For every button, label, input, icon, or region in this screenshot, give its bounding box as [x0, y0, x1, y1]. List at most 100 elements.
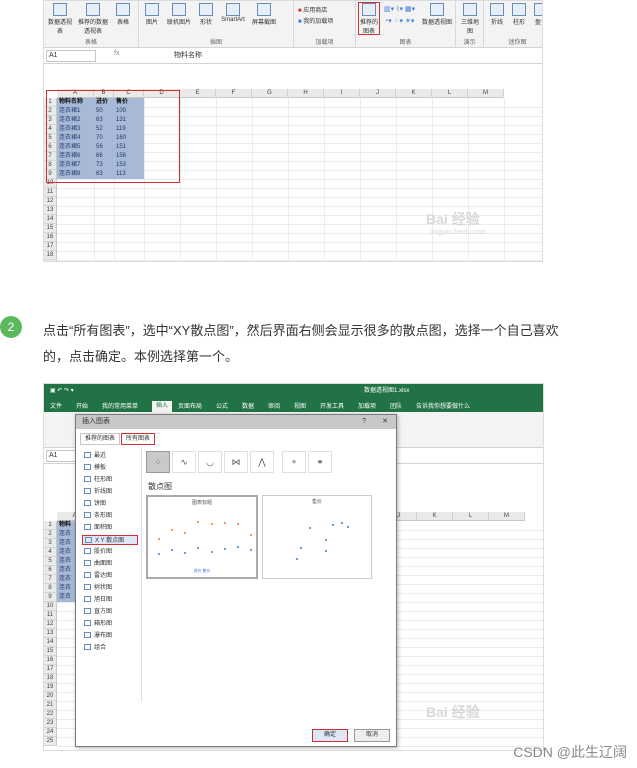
ribbon-tab[interactable]: 文件 [50, 401, 62, 410]
row-header[interactable]: 10 [44, 602, 57, 611]
row-header[interactable]: 6 [44, 566, 57, 575]
sparkline-line-button[interactable]: 折线 [486, 3, 508, 33]
column-header[interactable]: F [216, 89, 252, 98]
row-header[interactable]: 1 [44, 521, 57, 530]
row-header[interactable]: 22 [44, 710, 57, 719]
scatter-subtype-2[interactable]: ∿ [172, 451, 196, 473]
row-header[interactable]: 15 [44, 224, 57, 233]
scatter-subtype-4[interactable]: ⋈ [224, 451, 248, 473]
3d-map-button[interactable]: 三维地图 [459, 3, 481, 35]
column-header[interactable]: M [489, 512, 525, 521]
pivot-chart-button[interactable]: 数据透视图 [420, 3, 454, 33]
ribbon-tab[interactable]: 页面布局 [178, 401, 202, 410]
column-header[interactable]: J [360, 89, 396, 98]
row-header[interactable]: 7 [44, 575, 57, 584]
chart-category-item[interactable]: X Y 散点图 [82, 535, 138, 545]
row-header[interactable]: 2 [44, 530, 57, 539]
chart-category-item[interactable]: 饼图 [84, 499, 106, 509]
table-button[interactable]: 表格 [112, 3, 134, 33]
row-header[interactable]: 24 [44, 728, 57, 737]
row-header[interactable]: 15 [44, 647, 57, 656]
chart-category-item[interactable]: 曲面图 [84, 559, 112, 569]
row-header[interactable]: 19 [44, 260, 57, 261]
recommended-charts-button[interactable]: 推荐的图表 [358, 2, 380, 35]
scatter-preview-1[interactable]: 图表标题 进价 售价 [146, 495, 258, 579]
ribbon-tab[interactable]: 视图 [294, 401, 306, 410]
row-header[interactable]: 25 [44, 737, 57, 746]
row-header[interactable]: 20 [44, 692, 57, 701]
row-header[interactable]: 16 [44, 233, 57, 242]
ribbon-tab[interactable]: 插入 [152, 401, 173, 412]
row-header[interactable]: 21 [44, 701, 57, 710]
chart-category-item[interactable]: 最近 [84, 451, 106, 461]
name-box[interactable]: A1 [46, 50, 96, 62]
ok-button[interactable]: 确定 [312, 729, 348, 742]
chart-category-item[interactable]: 模板 [84, 463, 106, 473]
chart-type-icons[interactable]: ▥▾ ⌇▾ ▦▾ [384, 5, 415, 13]
help-button[interactable]: ? [362, 415, 366, 429]
row-header[interactable]: 9 [44, 593, 57, 602]
ribbon-tab[interactable]: 数据 [242, 401, 254, 410]
pictures-button[interactable]: 图片 [141, 3, 163, 33]
row-header[interactable]: 19 [44, 683, 57, 692]
row-header[interactable]: 17 [44, 665, 57, 674]
row-header[interactable]: 11 [44, 611, 57, 620]
close-button[interactable]: ✕ [382, 415, 388, 429]
store-button[interactable]: ■ 应用商店 [298, 5, 327, 14]
online-pictures-button[interactable]: 联机图片 [165, 3, 193, 33]
column-header[interactable]: K [396, 89, 432, 98]
ribbon-tab[interactable]: 团队 [390, 401, 402, 410]
column-header[interactable]: K [417, 512, 453, 521]
row-header[interactable]: 3 [44, 539, 57, 548]
row-header[interactable]: 12 [44, 620, 57, 629]
row-header[interactable]: 11 [44, 188, 57, 197]
row-header[interactable]: 17 [44, 242, 57, 251]
recommended-pivot-button[interactable]: 推荐的数据透视表 [76, 3, 110, 35]
tab-recommended-charts[interactable]: 推荐的图表 [80, 433, 121, 445]
column-header[interactable]: G [252, 89, 288, 98]
column-header[interactable]: L [453, 512, 489, 521]
row-header[interactable]: 4 [44, 548, 57, 557]
row-header[interactable]: 18 [44, 674, 57, 683]
screenshot-button[interactable]: 屏幕截图 [249, 3, 279, 33]
chart-category-item[interactable]: 条形图 [84, 511, 112, 521]
column-header[interactable]: L [432, 89, 468, 98]
row-header[interactable]: 14 [44, 215, 57, 224]
quick-access-icons[interactable]: ▣ ↶ ↷ ▾ [50, 384, 74, 398]
ribbon-tab[interactable]: 告诉我你想要做什么 [416, 401, 470, 410]
row-header[interactable]: 16 [44, 656, 57, 665]
column-header[interactable]: M [468, 89, 504, 98]
chart-category-item[interactable]: 面积图 [84, 523, 112, 533]
chart-category-item[interactable]: 直方图 [84, 607, 112, 617]
ribbon-tab[interactable]: 开发工具 [320, 401, 344, 410]
ribbon-tab[interactable]: 我的常用菜单 [102, 401, 138, 410]
chart-category-item[interactable]: 柱形图 [84, 475, 112, 485]
ribbon-tab[interactable]: 开始 [76, 401, 88, 410]
formula-input[interactable]: 物料名称 [174, 50, 202, 60]
bubble-subtype-2[interactable]: ⚭ [308, 451, 332, 473]
row-header[interactable]: 5 [44, 557, 57, 566]
ribbon-tab[interactable]: 公式 [216, 401, 228, 410]
chart-type-icons-row2[interactable]: ◔▾ ⁘▾ ✶▾ [384, 17, 414, 25]
my-addins-button[interactable]: ■ 我的加载项 [298, 16, 333, 25]
sparkline-column-button[interactable]: 柱形 [508, 3, 530, 33]
row-header[interactable]: 13 [44, 206, 57, 215]
chart-category-item[interactable]: 组合 [84, 643, 106, 653]
pivot-table-button[interactable]: 数据透视表 [46, 3, 74, 35]
row-header[interactable]: 12 [44, 197, 57, 206]
ribbon-tab[interactable]: 加载项 [358, 401, 376, 410]
column-header[interactable]: I [324, 89, 360, 98]
chart-category-item[interactable]: 瀑布图 [84, 631, 112, 641]
bubble-subtype-1[interactable]: ⚬ [282, 451, 306, 473]
ribbon-tab[interactable]: 审阅 [268, 401, 280, 410]
cancel-button[interactable]: 取消 [354, 729, 390, 742]
scatter-preview-2[interactable]: 售价 [262, 495, 372, 579]
scatter-subtype-5[interactable]: ⋀ [250, 451, 274, 473]
smartart-button[interactable]: SmartArt [219, 3, 247, 33]
scatter-subtype-1[interactable]: ⁘ [146, 451, 170, 473]
scatter-subtype-3[interactable]: ◡ [198, 451, 222, 473]
chart-category-item[interactable]: 旭日图 [84, 595, 112, 605]
column-header[interactable]: E [180, 89, 216, 98]
row-header[interactable]: 13 [44, 629, 57, 638]
shapes-button[interactable]: 形状 [195, 3, 217, 33]
